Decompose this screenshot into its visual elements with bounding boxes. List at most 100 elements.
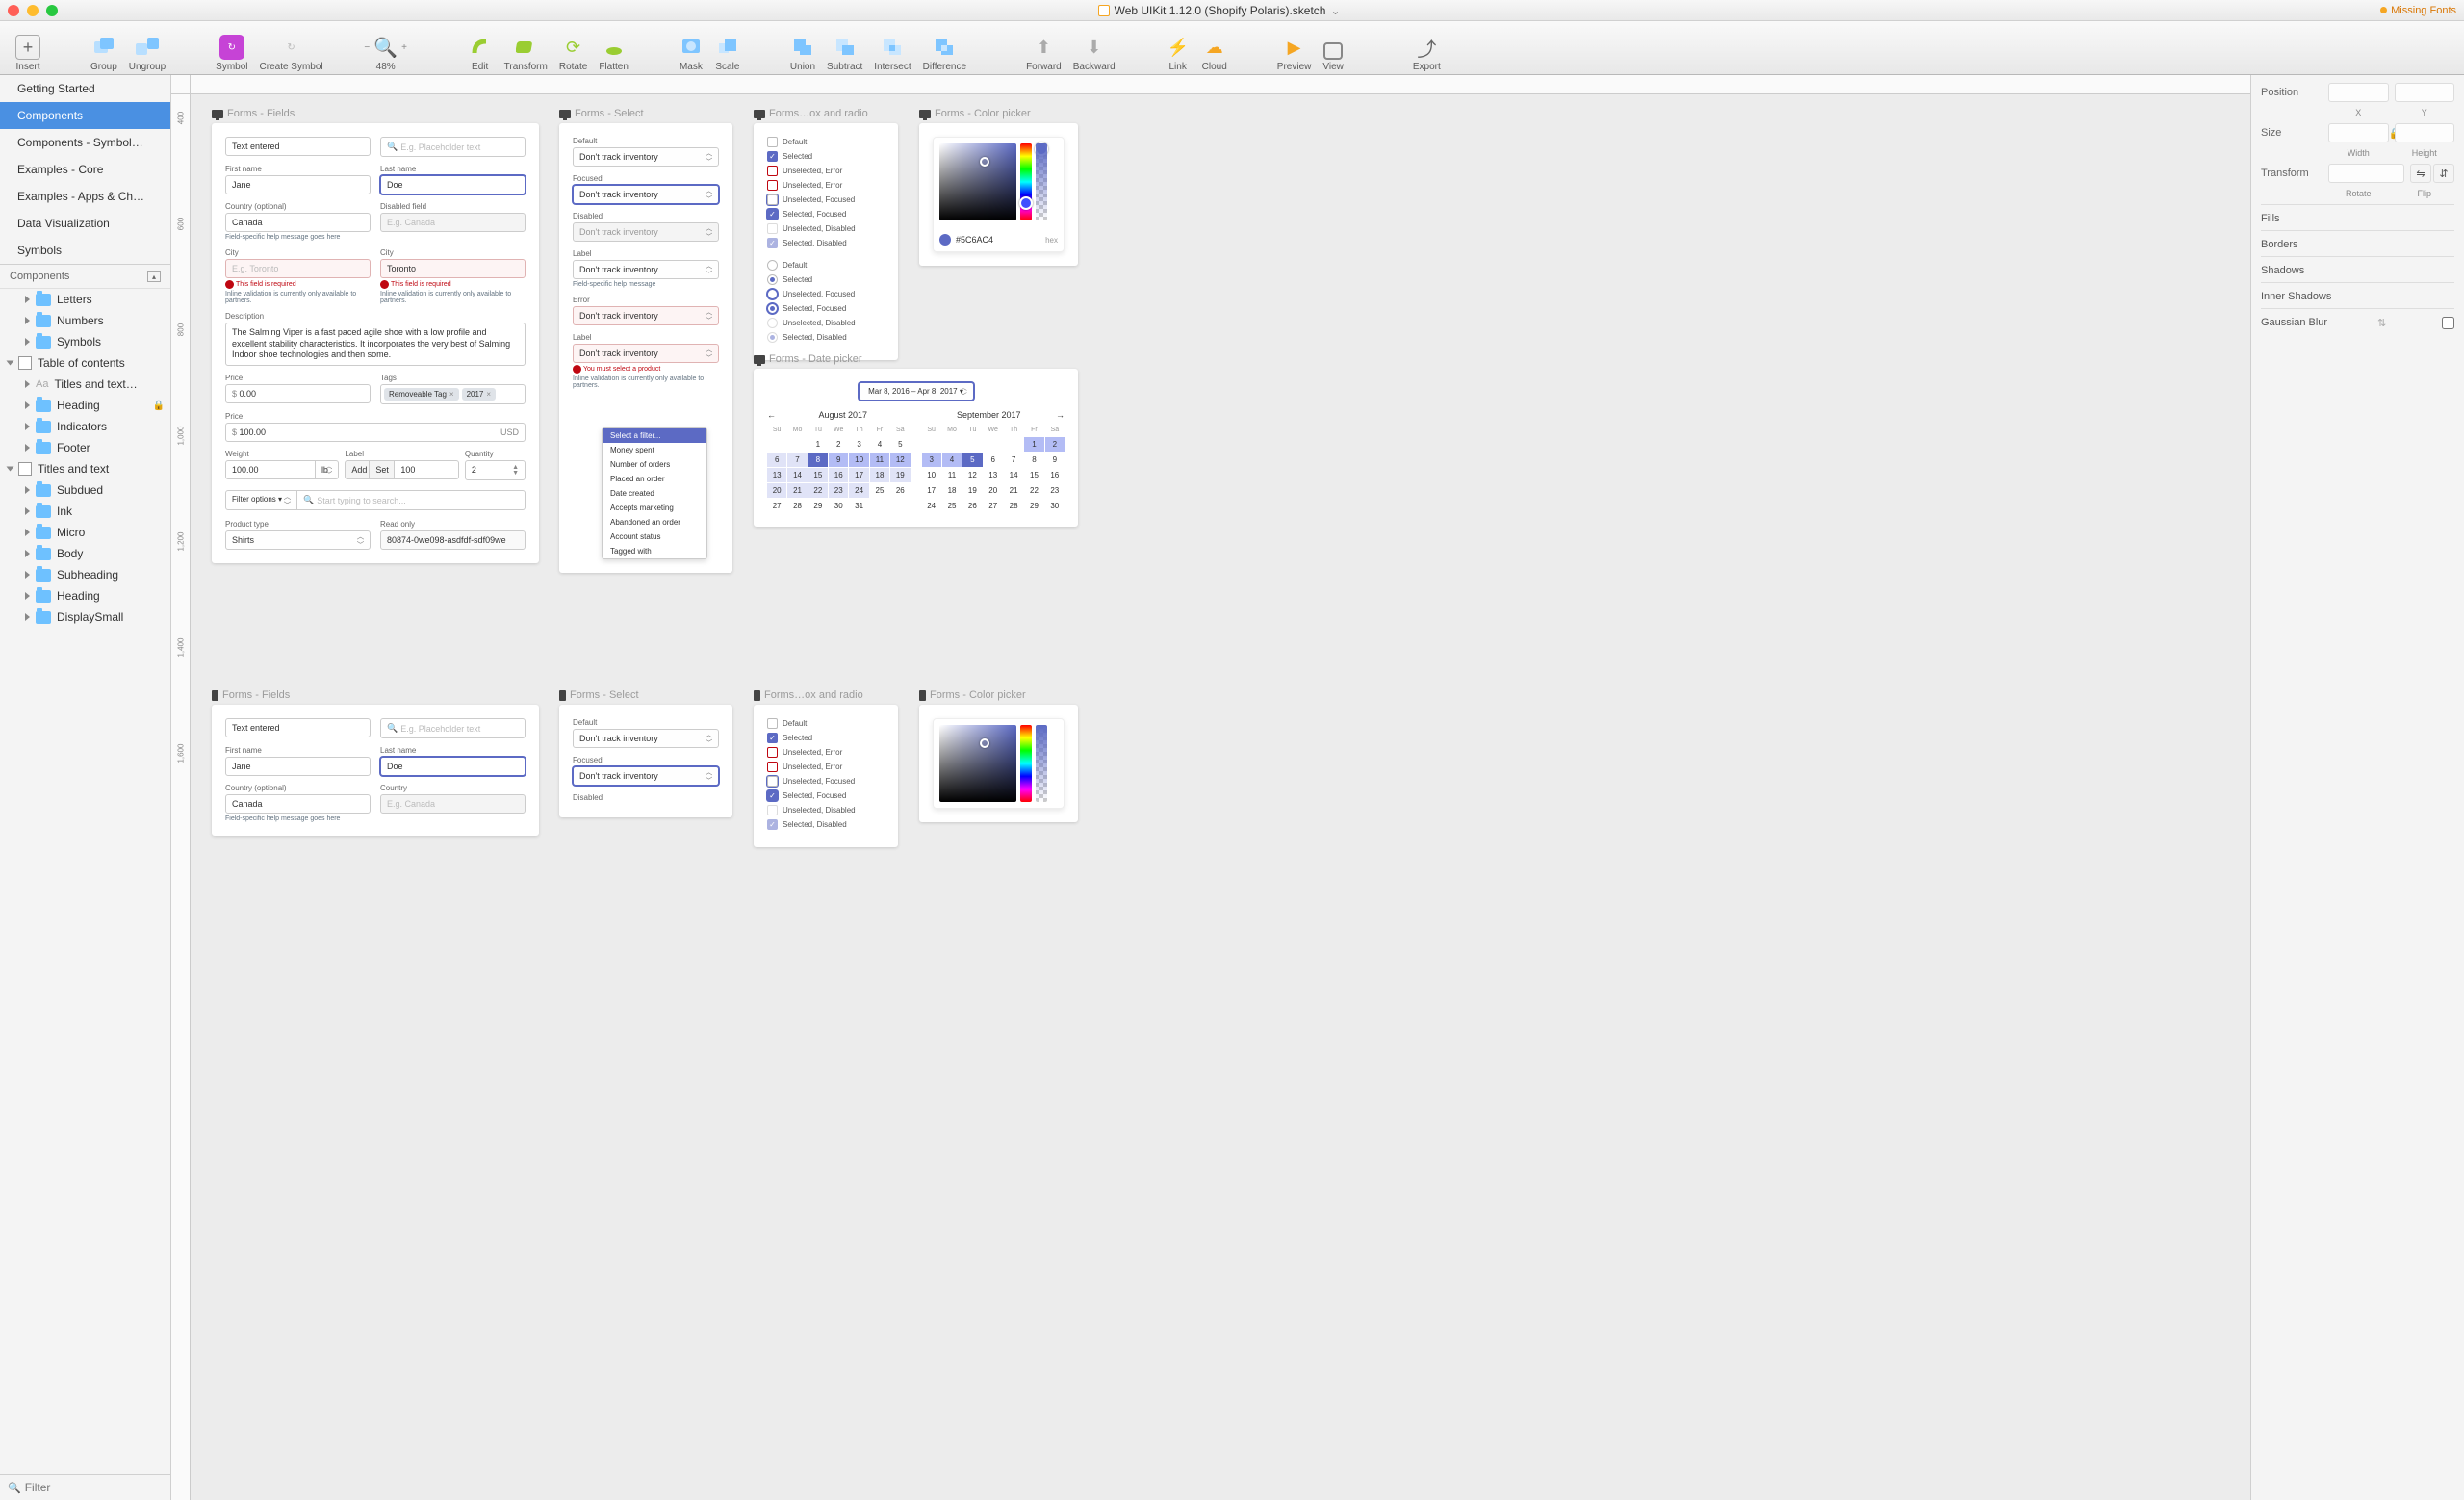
- price-input-2[interactable]: $ 100.00USD: [225, 423, 526, 442]
- calendar-day[interactable]: 5: [890, 437, 910, 452]
- transform-tool[interactable]: Transform: [504, 35, 548, 72]
- remove-tag-icon[interactable]: ×: [486, 390, 491, 399]
- checkbox[interactable]: [767, 166, 778, 176]
- layer-row[interactable]: Heading: [0, 585, 170, 607]
- disclosure-icon[interactable]: [25, 613, 30, 621]
- disclosure-icon[interactable]: [25, 423, 30, 430]
- artboard-title[interactable]: Forms…ox and radio: [754, 108, 868, 119]
- calendar-day[interactable]: 24: [922, 499, 941, 513]
- description-textarea[interactable]: The Salming Viper is a fast paced agile …: [225, 323, 526, 366]
- layer-row[interactable]: Symbols: [0, 331, 170, 352]
- label-value-input[interactable]: 100: [395, 460, 458, 479]
- price-input[interactable]: $ 0.00: [225, 384, 371, 403]
- checkbox-row[interactable]: ✓Selected, Focused: [767, 790, 885, 801]
- calendar-day[interactable]: 10: [922, 468, 941, 482]
- disclosure-icon[interactable]: [25, 401, 30, 409]
- calendar-day[interactable]: 20: [767, 483, 786, 498]
- checkbox[interactable]: [767, 194, 778, 205]
- stepper-icon[interactable]: ▲▼: [512, 465, 519, 476]
- artboard-title[interactable]: Forms - Select: [559, 689, 639, 701]
- export-tool[interactable]: ⤴Export: [1413, 35, 1441, 72]
- country-input[interactable]: Canada: [225, 213, 371, 232]
- disclosure-icon[interactable]: [25, 571, 30, 579]
- artboard-title[interactable]: Forms - Fields: [212, 689, 290, 701]
- weight-unit-select[interactable]: lb: [316, 460, 339, 479]
- calendar-day[interactable]: 17: [849, 468, 868, 482]
- checkbox-row[interactable]: Unselected, Focused: [767, 776, 885, 787]
- checkbox-row[interactable]: ✓Selected, Disabled: [767, 238, 885, 248]
- calendar-day[interactable]: 29: [1024, 499, 1043, 513]
- layer-filter-input[interactable]: [25, 1481, 174, 1494]
- layer-row[interactable]: Micro: [0, 522, 170, 543]
- flatten-tool[interactable]: Flatten: [599, 35, 629, 72]
- calendar-day[interactable]: 4: [942, 453, 962, 467]
- date-range-select[interactable]: Mar 8, 2016 – Apr 8, 2017 ▾: [859, 382, 974, 401]
- maximize-window-button[interactable]: [46, 5, 58, 16]
- checkbox-row[interactable]: ✓Selected: [767, 151, 885, 162]
- flip-v-button[interactable]: ⇵: [2433, 164, 2454, 183]
- calendar-day[interactable]: 7: [1004, 453, 1023, 467]
- radio-row[interactable]: Selected: [767, 274, 885, 285]
- checkbox[interactable]: [767, 223, 778, 234]
- radio[interactable]: [767, 274, 778, 285]
- calendar-day[interactable]: 23: [829, 483, 848, 498]
- calendar-day[interactable]: 20: [984, 483, 1003, 498]
- calendar-day[interactable]: 6: [767, 453, 786, 467]
- union-tool[interactable]: Union: [790, 35, 815, 72]
- calendar-day[interactable]: 19: [890, 468, 910, 482]
- calendar-day[interactable]: 18: [942, 483, 962, 498]
- calendar-day[interactable]: 16: [829, 468, 848, 482]
- intersect-tool[interactable]: Intersect: [874, 35, 911, 72]
- disclosure-icon[interactable]: [25, 507, 30, 515]
- rotate-tool[interactable]: ⟳Rotate: [559, 35, 587, 72]
- checkbox-row[interactable]: ✓Selected: [767, 733, 885, 743]
- calendar-day[interactable]: 25: [870, 483, 889, 498]
- calendar-day[interactable]: 3: [849, 437, 868, 452]
- disclosure-icon[interactable]: [25, 550, 30, 557]
- checkbox-row[interactable]: Unselected, Error: [767, 166, 885, 176]
- calendar-day[interactable]: 25: [942, 499, 962, 513]
- placeholder-field[interactable]: 🔍E.g. Placeholder text: [380, 137, 526, 157]
- tag[interactable]: 2017×: [462, 388, 496, 401]
- calendar-day[interactable]: 21: [1004, 483, 1023, 498]
- layer-row[interactable]: Numbers: [0, 310, 170, 331]
- mask-tool[interactable]: Mask: [679, 35, 704, 72]
- filter-search-input[interactable]: 🔍Start typing to search...: [297, 490, 526, 510]
- calendar-day[interactable]: 27: [984, 499, 1003, 513]
- first-name-input[interactable]: Jane: [225, 175, 371, 194]
- calendar-day[interactable]: 13: [984, 468, 1003, 482]
- calendar-day[interactable]: 22: [1024, 483, 1043, 498]
- calendar-day[interactable]: 5: [962, 453, 982, 467]
- alpha-slider[interactable]: [1036, 143, 1047, 220]
- radio-row[interactable]: Unselected, Focused: [767, 289, 885, 299]
- last-name-input[interactable]: Doe: [380, 757, 526, 776]
- minimize-window-button[interactable]: [27, 5, 38, 16]
- dropdown-item[interactable]: Account status: [603, 530, 706, 544]
- gaussian-blur-section[interactable]: Gaussian Blur⇅: [2261, 308, 2454, 335]
- inner-shadows-section[interactable]: Inner Shadows: [2261, 282, 2454, 308]
- calendar-day[interactable]: 3: [922, 453, 941, 467]
- calendar-day[interactable]: 26: [890, 483, 910, 498]
- prev-month-button[interactable]: ←: [767, 410, 776, 420]
- disclosure-icon[interactable]: [25, 380, 30, 388]
- layer-row[interactable]: Footer: [0, 437, 170, 458]
- calendar-day[interactable]: 15: [808, 468, 828, 482]
- disclosure-icon[interactable]: [25, 486, 30, 494]
- create-symbol-tool[interactable]: ↻Create Symbol: [260, 35, 323, 72]
- subtract-tool[interactable]: Subtract: [827, 35, 862, 72]
- product-type-select[interactable]: Shirts: [225, 530, 371, 550]
- color-handle[interactable]: [980, 157, 989, 167]
- select-label[interactable]: Don't track inventory: [573, 260, 719, 279]
- checkbox-row[interactable]: ✓Selected, Focused: [767, 209, 885, 220]
- color-handle[interactable]: [980, 738, 989, 748]
- ungroup-tool[interactable]: Ungroup: [129, 35, 166, 72]
- dropdown-item[interactable]: Date created: [603, 486, 706, 501]
- calendar-day[interactable]: 13: [767, 468, 786, 482]
- page-item[interactable]: Components: [0, 102, 170, 129]
- x-input[interactable]: [2328, 83, 2389, 102]
- calendar-day[interactable]: 19: [962, 483, 982, 498]
- saturation-field[interactable]: [939, 143, 1016, 220]
- preview-tool[interactable]: ▶Preview: [1277, 35, 1312, 72]
- missing-fonts-badge[interactable]: Missing Fonts: [2380, 5, 2456, 16]
- text-entered-field[interactable]: Text entered: [225, 718, 371, 737]
